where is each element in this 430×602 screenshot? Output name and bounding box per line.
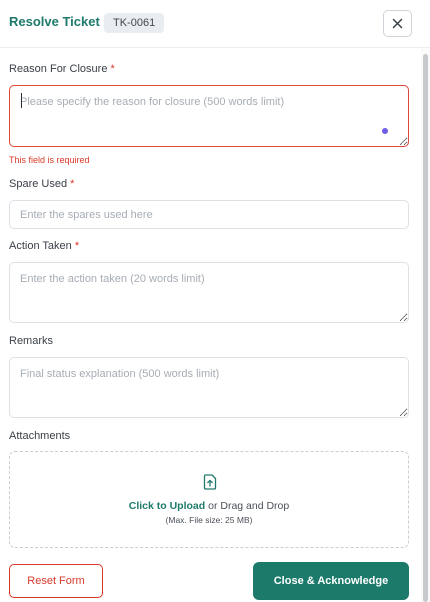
close-icon (392, 18, 403, 29)
action-label: Action Taken * (9, 240, 79, 252)
action-taken-textarea[interactable] (9, 262, 409, 323)
action-label-text: Action Taken (9, 240, 72, 252)
required-mark: * (110, 63, 115, 75)
attachments-label-text: Attachments (9, 430, 71, 442)
upload-icon (203, 474, 217, 490)
reason-label: Reason For Closure * (9, 63, 115, 75)
attachments-label: Attachments (9, 430, 70, 442)
remarks-textarea[interactable] (9, 357, 409, 418)
upload-instruction: Click to Upload or Drag and Drop (10, 500, 408, 512)
file-dropzone[interactable]: Click to Upload or Drag and Drop (Max. F… (9, 451, 409, 548)
text-caret (21, 93, 22, 108)
ticket-id-badge: TK-0061 (104, 13, 165, 33)
reason-error-message: This field is required (9, 155, 90, 165)
click-to-upload-link[interactable]: Click to Upload (129, 500, 205, 512)
drag-drop-text: or Drag and Drop (205, 500, 290, 512)
required-mark: * (74, 240, 80, 252)
reset-form-button[interactable]: Reset Form (9, 564, 103, 598)
close-acknowledge-button[interactable]: Close & Acknowledge (253, 562, 409, 600)
reason-label-text: Reason For Closure (9, 63, 108, 75)
remarks-label: Remarks (9, 335, 53, 347)
required-mark: * (70, 178, 75, 190)
spare-used-input[interactable] (9, 200, 409, 229)
field-indicator-dot (382, 128, 388, 134)
spare-label-text: Spare Used (9, 178, 68, 190)
panel-header: Resolve Ticket TK-0061 (0, 0, 430, 48)
resolve-ticket-panel: Resolve Ticket TK-0061 Reason For Closur… (0, 0, 430, 602)
remarks-label-text: Remarks (9, 335, 54, 347)
max-file-size-hint: (Max. File size: 25 MB) (165, 515, 253, 525)
close-button[interactable] (383, 10, 412, 37)
reason-for-closure-textarea[interactable] (9, 85, 409, 147)
scrollbar-thumb[interactable] (423, 54, 428, 602)
panel-title: Resolve Ticket (9, 14, 100, 29)
spare-label: Spare Used * (9, 178, 74, 190)
